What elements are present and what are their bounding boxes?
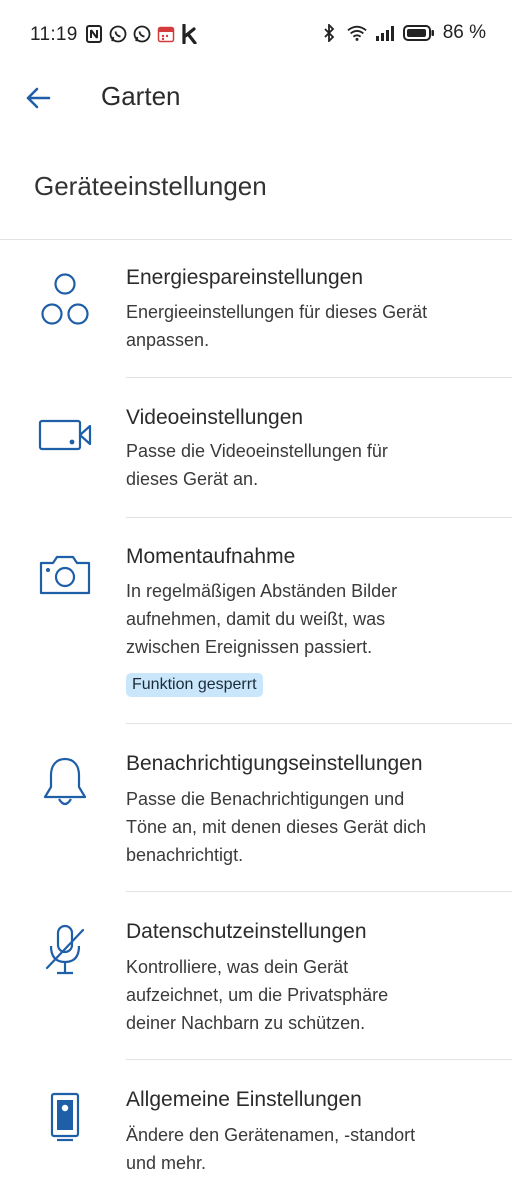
- item-title: Datenschutzeinstellungen: [126, 920, 367, 943]
- k-app-icon: [180, 24, 200, 44]
- settings-item-energy[interactable]: Energiespareinstellungen Energieeinstell…: [0, 240, 512, 378]
- description-line: dieses Gerät an.: [126, 469, 259, 489]
- item-description: Passe die Benachrichtigungen und Töne an…: [126, 785, 486, 869]
- photo-camera-icon: [34, 544, 96, 606]
- signal-icon: [375, 23, 395, 43]
- description-line: Energieeinstellungen für dieses Gerät: [126, 302, 428, 322]
- settings-item-privacy[interactable]: Datenschutzeinstellungen Kontrolliere, w…: [0, 892, 512, 1060]
- item-title: Momentaufnahme: [126, 545, 296, 568]
- three-circles-icon: [34, 268, 96, 330]
- page-title: Garten: [101, 81, 181, 111]
- status-system-icons: 86 %: [319, 22, 486, 44]
- back-arrow-icon: [26, 87, 51, 109]
- whatsapp-icon: [108, 24, 128, 44]
- description-line: aufzeichnet, um die Privatsphäre: [126, 985, 389, 1005]
- description-line: zwischen Ereignissen passiert.: [126, 637, 373, 657]
- description-line: In regelmäßigen Abständen Bilder: [126, 581, 398, 601]
- item-description: Passe die Videoeinstellungen für dieses …: [126, 437, 486, 493]
- status-time: 11:19: [30, 24, 78, 45]
- section-title: Geräteeinstellungen: [34, 171, 267, 201]
- wifi-icon: [347, 23, 367, 43]
- nfc-icon: [84, 24, 104, 44]
- item-description: Kontrolliere, was dein Gerät aufzeichnet…: [126, 953, 486, 1037]
- item-title: Allgemeine Einstellungen: [126, 1088, 362, 1111]
- description-line: Ändere den Gerätenamen, -standort: [126, 1125, 416, 1145]
- item-title: Benachrichtigungseinstellungen: [126, 752, 423, 775]
- app-bar: Garten: [0, 70, 512, 126]
- video-camera-icon: [34, 404, 96, 466]
- item-title: Videoeinstellungen: [126, 406, 304, 429]
- settings-item-snapshot[interactable]: Momentaufnahme In regelmäßigen Abständen…: [0, 518, 512, 724]
- item-description: Ändere den Gerätenamen, -standort und me…: [126, 1121, 486, 1177]
- description-line: Passe die Benachrichtigungen und: [126, 789, 405, 809]
- bluetooth-icon: [319, 23, 339, 43]
- item-description: In regelmäßigen Abständen Bilder aufnehm…: [126, 577, 486, 661]
- status-notification-icons: [84, 24, 200, 44]
- settings-item-video[interactable]: Videoeinstellungen Passe die Videoeinste…: [0, 378, 512, 518]
- calendar-icon: [156, 24, 176, 44]
- description-line: Kontrolliere, was dein Gerät: [126, 957, 349, 977]
- status-bar: 11:19 86 %: [0, 0, 512, 70]
- item-title: Energiespareinstellungen: [126, 266, 363, 289]
- item-description: Energieeinstellungen für dieses Gerät an…: [126, 298, 486, 354]
- settings-item-notifications[interactable]: Benachrichtigungseinstellungen Passe die…: [0, 724, 512, 892]
- description-line: deiner Nachbarn zu schützen.: [126, 1013, 366, 1033]
- description-line: und mehr.: [126, 1153, 207, 1173]
- description-line: anpassen.: [126, 330, 210, 350]
- description-line: Töne an, mit denen dieses Gerät dich: [126, 817, 427, 837]
- settings-item-general[interactable]: Allgemeine Einstellungen Ändere den Gerä…: [0, 1060, 512, 1200]
- description-line: aufnehmen, damit du weißt, was: [126, 609, 386, 629]
- battery-icon: [402, 23, 435, 43]
- back-button[interactable]: [18, 78, 58, 118]
- device-icon: [34, 1088, 96, 1150]
- description-line: Passe die Videoeinstellungen für: [126, 441, 388, 461]
- description-line: benachrichtigt.: [126, 845, 244, 865]
- bell-icon: [34, 752, 96, 814]
- mic-off-icon: [34, 918, 96, 980]
- locked-feature-badge: Funktion gesperrt: [126, 673, 263, 697]
- battery-percentage: 86 %: [442, 22, 486, 43]
- whatsapp-icon: [132, 24, 152, 44]
